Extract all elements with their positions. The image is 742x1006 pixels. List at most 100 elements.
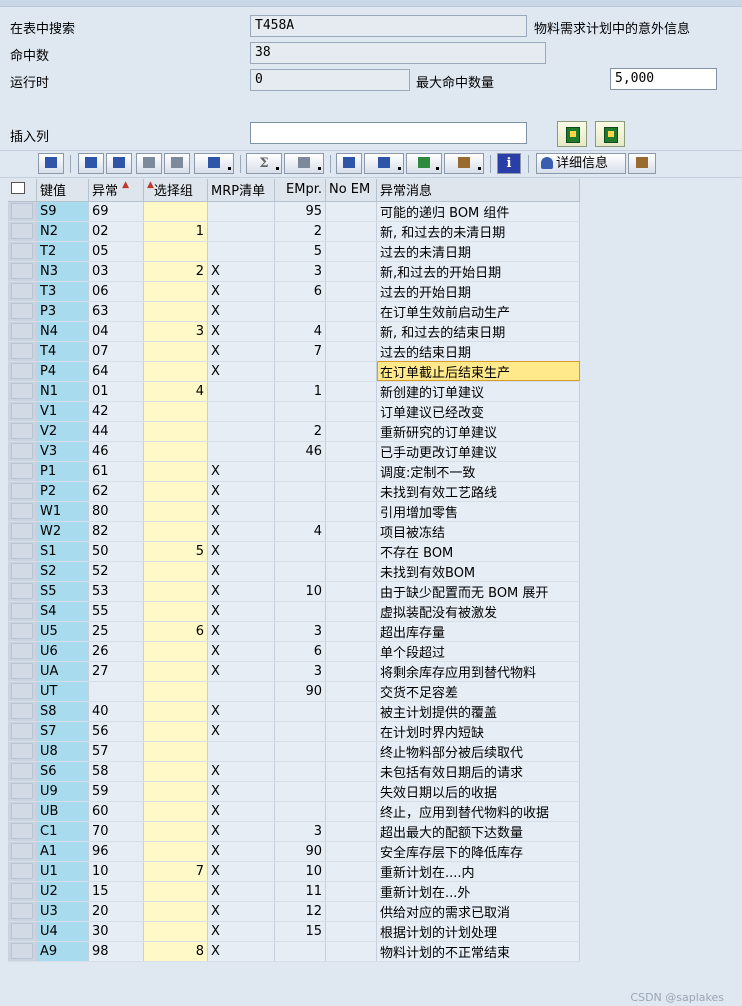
cell-no-em[interactable]	[325, 681, 377, 702]
row-selector[interactable]	[8, 561, 37, 582]
max-hits-input[interactable]: 5,000	[610, 68, 717, 90]
cell-exception[interactable]: 06	[88, 281, 144, 302]
cell-key[interactable]: T3	[36, 281, 89, 302]
cell-empr[interactable]: 90	[274, 841, 326, 862]
cell-key[interactable]: U9	[36, 781, 89, 802]
cell-exception[interactable]: 40	[88, 701, 144, 722]
cell-exception[interactable]: 80	[88, 501, 144, 522]
table-row[interactable]: U8 57 终止物料部分被后续取代	[8, 741, 580, 762]
row-selector[interactable]	[8, 921, 37, 942]
cell-no-em[interactable]	[325, 881, 377, 902]
table-row[interactable]: N2 02 1 2 新, 和过去的未清日期	[8, 220, 580, 242]
cell-exception[interactable]: 46	[88, 441, 144, 462]
cell-no-em[interactable]	[325, 481, 377, 502]
cell-no-em[interactable]	[325, 401, 377, 422]
cell-key[interactable]: P1	[36, 461, 89, 482]
row-selector[interactable]	[8, 781, 37, 802]
cell-exception[interactable]: 62	[88, 481, 144, 502]
cell-exception[interactable]: 44	[88, 421, 144, 442]
table-row[interactable]: V2 44 2 重新研究的订单建议	[8, 421, 580, 442]
cell-empr[interactable]: 95	[274, 201, 326, 222]
cell-no-em[interactable]	[325, 561, 377, 582]
table-row[interactable]: S2 52 X 未找到有效BOM	[8, 561, 580, 582]
table-row[interactable]: U1 10 7 X 10 重新计划在....内	[8, 860, 580, 882]
cell-exception[interactable]: 15	[88, 881, 144, 902]
cell-key[interactable]: T4	[36, 341, 89, 362]
row-selector[interactable]	[8, 481, 37, 502]
cell-mrp-list[interactable]: X	[207, 281, 275, 302]
cell-mrp-list[interactable]: X	[207, 620, 275, 642]
cell-exception[interactable]: 55	[88, 601, 144, 622]
cell-exception[interactable]: 63	[88, 301, 144, 322]
row-selector[interactable]	[8, 761, 37, 782]
cell-mrp-list[interactable]: X	[207, 521, 275, 542]
cell-selection-group[interactable]	[143, 201, 208, 222]
cell-no-em[interactable]	[325, 441, 377, 462]
cell-message[interactable]: 已手动更改订单建议	[376, 441, 580, 462]
cell-selection-group[interactable]	[143, 641, 208, 662]
cell-exception[interactable]: 60	[88, 801, 144, 822]
cell-exception[interactable]	[88, 681, 144, 702]
row-selector[interactable]	[8, 881, 37, 902]
row-selector[interactable]	[8, 401, 37, 422]
cell-selection-group[interactable]	[143, 421, 208, 442]
cell-mrp-list[interactable]: X	[207, 940, 275, 962]
cell-selection-group[interactable]	[143, 521, 208, 542]
info-button[interactable]: i	[497, 153, 521, 174]
row-selector[interactable]	[8, 281, 37, 302]
cell-selection-group[interactable]	[143, 881, 208, 902]
cell-empr[interactable]: 10	[274, 581, 326, 602]
cell-no-em[interactable]	[325, 361, 377, 382]
cell-message[interactable]: 被主计划提供的覆盖	[376, 701, 580, 722]
cell-mrp-list[interactable]: X	[207, 461, 275, 482]
cell-mrp-list[interactable]	[207, 441, 275, 462]
column-header-message[interactable]: 异常消息	[376, 179, 580, 202]
cell-key[interactable]: V1	[36, 401, 89, 422]
cell-key[interactable]: V2	[36, 421, 89, 442]
sum-button[interactable]: Σ	[246, 153, 282, 174]
table-row[interactable]: S6 58 X 未包括有效日期后的请求	[8, 761, 580, 782]
cell-key[interactable]: U6	[36, 641, 89, 662]
cell-empr[interactable]	[274, 561, 326, 582]
cell-selection-group[interactable]: 5	[143, 540, 208, 562]
table-row[interactable]: P4 64 X 在订单截止后结束生产	[8, 361, 580, 382]
cell-message[interactable]: 终止物料部分被后续取代	[376, 741, 580, 762]
cell-selection-group[interactable]: 1	[143, 220, 208, 242]
cell-key[interactable]: UB	[36, 801, 89, 822]
cell-message[interactable]: 订单建议已经改变	[376, 401, 580, 422]
cell-message[interactable]: 未找到有效工艺路线	[376, 481, 580, 502]
cell-empr[interactable]	[274, 401, 326, 422]
cell-no-em[interactable]	[325, 940, 377, 962]
cell-message[interactable]: 在计划时界内短缺	[376, 721, 580, 742]
row-selector[interactable]	[8, 201, 37, 222]
table-row[interactable]: S4 55 X 虚拟装配没有被激发	[8, 601, 580, 622]
cell-key[interactable]: S2	[36, 561, 89, 582]
sort-ascending-button[interactable]	[78, 153, 104, 174]
cell-message[interactable]: 新, 和过去的结束日期	[376, 320, 580, 342]
cell-mrp-list[interactable]: X	[207, 581, 275, 602]
cell-empr[interactable]: 5	[274, 241, 326, 262]
cell-mrp-list[interactable]: X	[207, 761, 275, 782]
cell-no-em[interactable]	[325, 641, 377, 662]
views-button[interactable]	[364, 153, 404, 174]
cell-selection-group[interactable]	[143, 401, 208, 422]
table-row[interactable]: U2 15 X 11 重新计划在...外	[8, 881, 580, 902]
cell-message[interactable]: 将剩余库存应用到替代物料	[376, 661, 580, 682]
table-row[interactable]: UT 90 交货不足容差	[8, 681, 580, 702]
insert-column-input[interactable]	[250, 122, 527, 144]
row-selector[interactable]	[8, 361, 37, 382]
row-selector[interactable]	[8, 841, 37, 862]
cell-exception[interactable]: 10	[88, 860, 144, 882]
cell-empr[interactable]: 3	[274, 821, 326, 842]
table-row[interactable]: A9 98 8 X 物料计划的不正常结束	[8, 940, 580, 962]
cell-exception[interactable]: 26	[88, 641, 144, 662]
find-button[interactable]	[136, 153, 162, 174]
table-row[interactable]: P2 62 X 未找到有效工艺路线	[8, 481, 580, 502]
cell-empr[interactable]: 3	[274, 620, 326, 642]
cell-key[interactable]: UA	[36, 661, 89, 682]
cell-empr[interactable]: 4	[274, 521, 326, 542]
table-row[interactable]: C1 70 X 3 超出最大的配额下达数量	[8, 821, 580, 842]
cell-message[interactable]: 项目被冻结	[376, 521, 580, 542]
cell-mrp-list[interactable]	[207, 681, 275, 702]
cell-exception[interactable]: 25	[88, 620, 144, 642]
